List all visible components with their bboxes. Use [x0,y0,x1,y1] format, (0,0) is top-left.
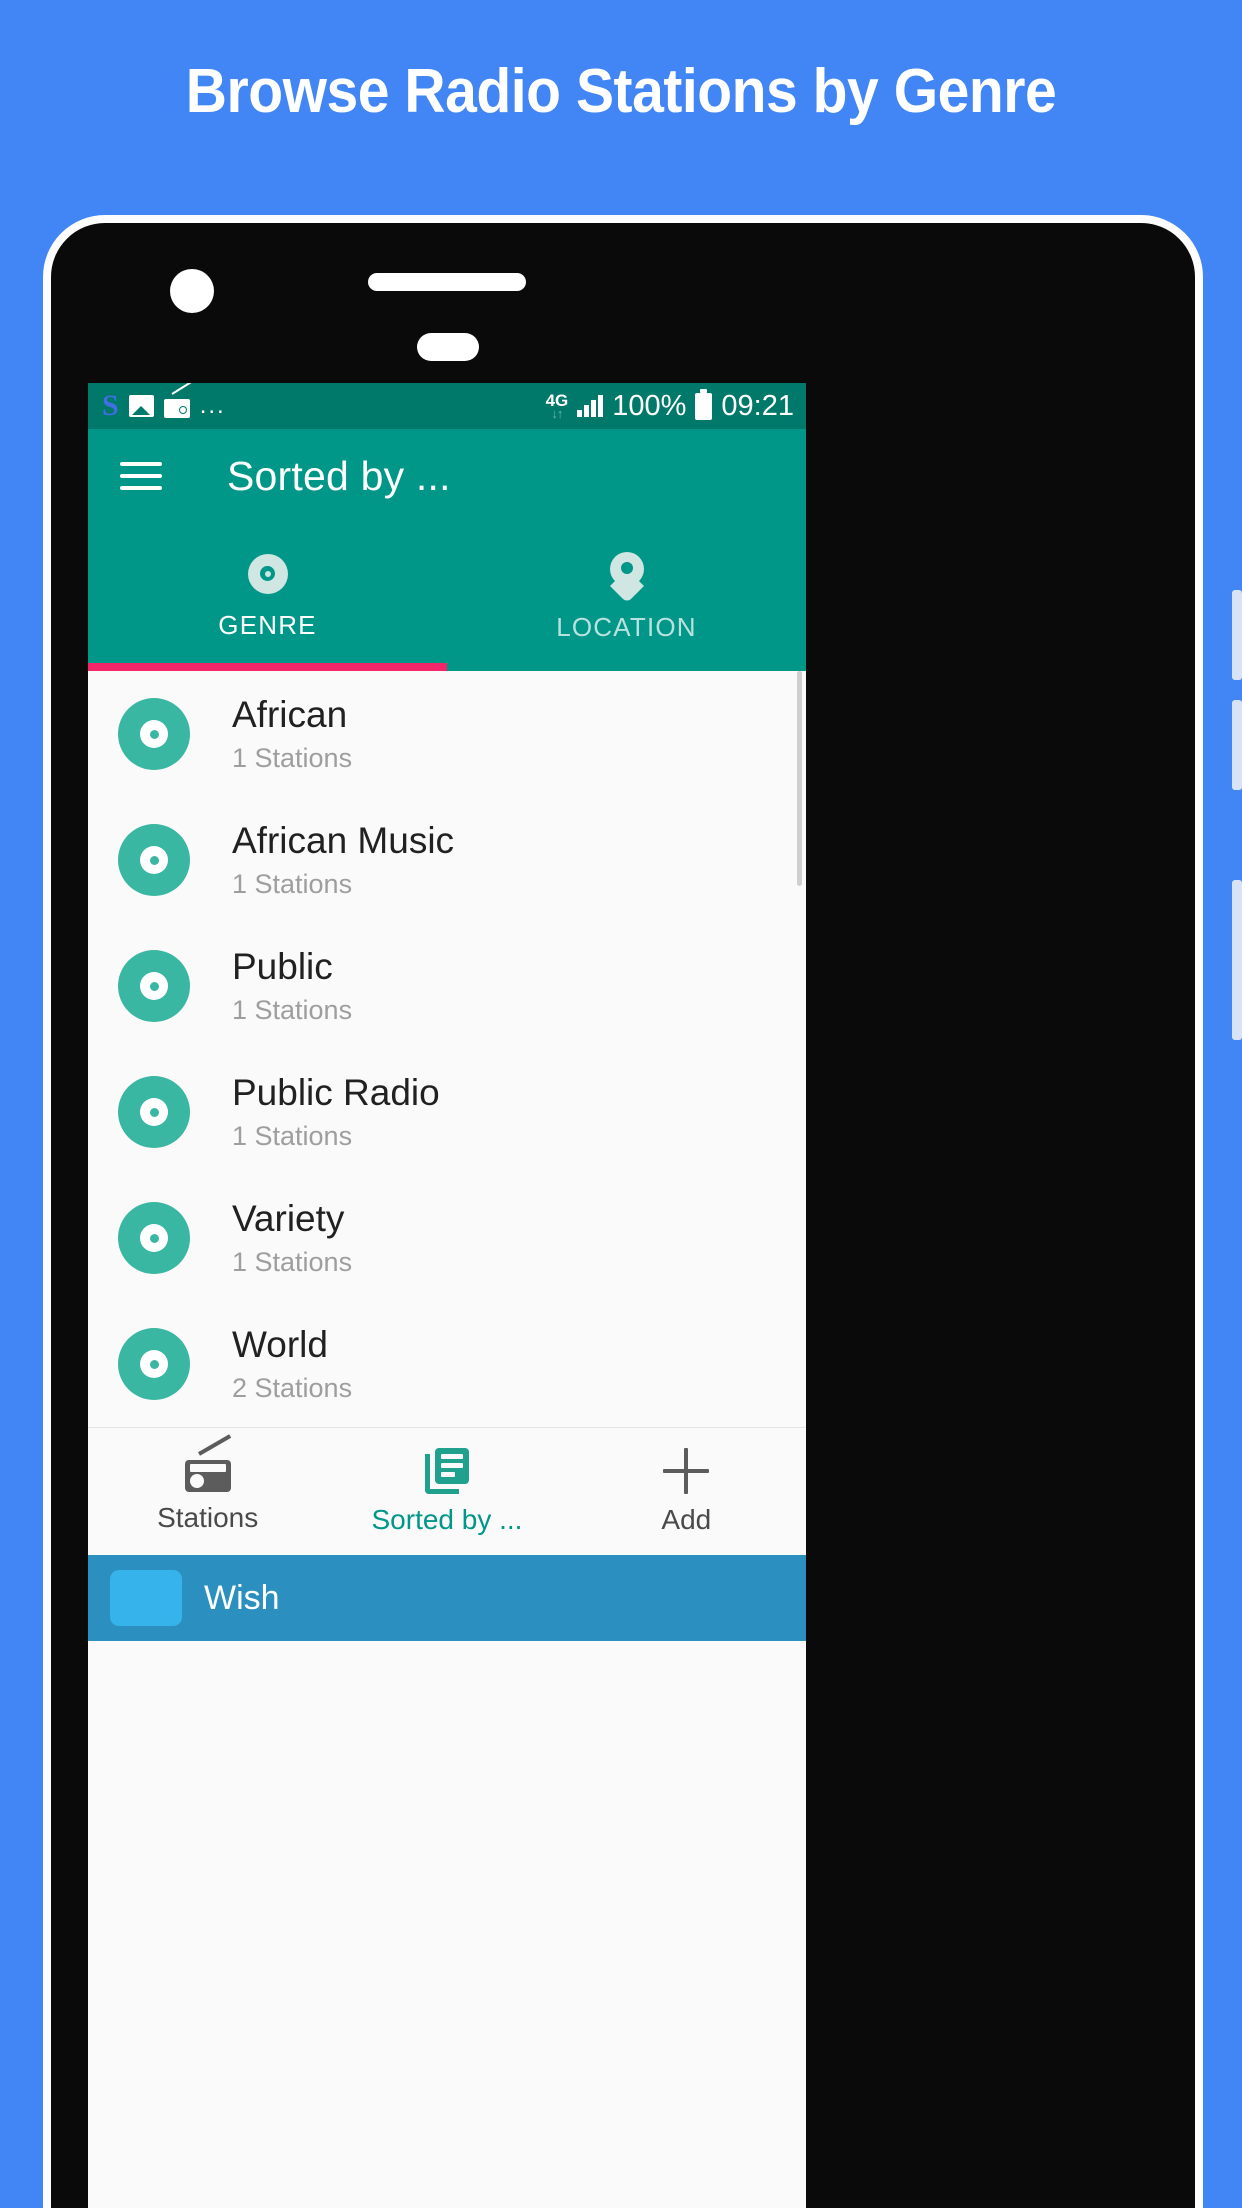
tab-genre[interactable]: GENRE [88,523,447,671]
status-bar: S ... 4G ↓↑ 100% 09:21 [88,383,806,429]
list-item-title: Public Radio [232,1071,440,1113]
list-item-title: African [232,693,348,735]
plus-icon [663,1447,710,1494]
list-item-title: Public [232,945,333,987]
network-arrows: ↓↑ [551,406,563,421]
list-scrollbar[interactable] [797,671,804,1427]
phone-volume-down-button[interactable] [1232,700,1242,790]
phone-mockup: S ... 4G ↓↑ 100% 09:21 Sorted by ... GEN… [43,215,1203,2208]
nav-item-add-label: Add [661,1503,712,1535]
list-item-subtitle: 1 Stations [232,1121,353,1152]
radio-icon [184,1433,231,1492]
list-item-subtitle: 1 Stations [232,869,353,900]
app-bar: Sorted by ... [88,429,806,523]
nav-item-add[interactable]: Add [567,1447,806,1536]
signal-strength-icon [577,395,604,417]
more-dots-icon: ... [199,391,226,419]
phone-volume-up-button[interactable] [1232,590,1242,680]
s-logo-icon: S [102,389,119,422]
home-button[interactable] [417,333,479,361]
page-title: Browse Radio Stations by Genre [185,57,1057,126]
genre-list[interactable]: African 1 Stations African Music 1 Stati… [88,671,806,1427]
disc-icon [118,1328,190,1400]
list-item[interactable]: Variety 1 Stations [88,1175,806,1301]
nav-item-stations-label: Stations [157,1501,259,1533]
map-pin-icon [609,551,644,603]
list-item-title: African Music [232,819,455,861]
list-item-subtitle: 1 Stations [232,995,353,1026]
battery-percent-label: 100% [612,389,687,422]
front-camera-icon [170,269,214,313]
nav-item-stations[interactable]: Stations [88,1433,327,1534]
list-item-subtitle: 1 Stations [232,1247,353,1278]
list-item[interactable]: Public 1 Stations [88,923,806,1049]
photo-icon [128,395,154,417]
list-item-title: World [232,1323,328,1365]
battery-icon [695,388,713,420]
radio-icon [163,383,191,418]
tab-indicator [88,663,447,671]
phone-screen: S ... 4G ↓↑ 100% 09:21 Sorted by ... GEN… [88,383,806,2208]
clock-label: 09:21 [721,389,794,422]
disc-icon [118,698,190,770]
tab-bar: GENRE LOCATION [88,523,806,671]
tab-genre-label: GENRE [218,609,317,640]
network-type-icon: 4G ↓↑ [546,392,569,420]
ad-thumbnail [110,1570,182,1626]
earpiece-speaker [368,273,526,291]
list-item[interactable]: Public Radio 1 Stations [88,1049,806,1175]
list-item[interactable]: African Music 1 Stations [88,797,806,923]
phone-power-button[interactable] [1232,880,1242,1040]
app-bar-title: Sorted by ... [227,452,451,499]
disc-icon [118,950,190,1022]
list-item[interactable]: World 2 Stations [88,1301,806,1427]
tab-location[interactable]: LOCATION [447,523,806,671]
list-item-subtitle: 2 Stations [232,1373,353,1404]
list-scrollbar-thumb[interactable] [797,671,802,886]
disc-icon [118,1202,190,1274]
disc-icon [247,553,288,594]
ad-banner[interactable]: Wish [88,1555,806,1641]
bottom-navigation: Stations Sorted by ... Add [88,1427,806,1555]
document-list-icon [424,1447,469,1494]
list-item-title: Variety [232,1197,345,1239]
tab-location-label: LOCATION [556,611,697,642]
nav-item-sorted-by[interactable]: Sorted by ... [327,1447,566,1536]
hamburger-icon[interactable] [120,462,162,490]
ad-label: Wish [204,1578,280,1617]
list-item[interactable]: African 1 Stations [88,671,806,797]
list-item-subtitle: 1 Stations [232,743,353,774]
disc-icon [118,824,190,896]
nav-item-sorted-by-label: Sorted by ... [371,1503,523,1535]
disc-icon [118,1076,190,1148]
